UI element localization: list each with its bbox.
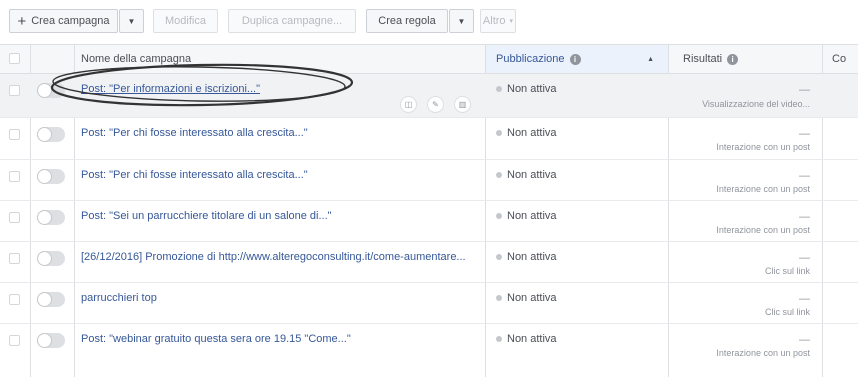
result-label: Clic sul link [764,307,810,317]
header-cost[interactable]: Co [822,45,858,73]
result-value: — [799,334,810,346]
row-checkbox[interactable] [9,335,20,346]
toggle-knob [37,292,52,307]
campaign-name-link[interactable]: Post: "Per chi fosse interessato alla cr… [81,169,308,181]
header-name[interactable]: Nome della campagna [81,45,476,73]
create-campaign-dropdown[interactable]: ▼ [119,9,144,33]
table-row[interactable]: Post: "Per informazioni e iscrizioni..."… [0,74,858,118]
table-row[interactable]: parrucchieri top Non attiva — Clic sul l… [0,283,858,324]
chevron-down-icon: ▾ [509,18,514,25]
campaign-name-link[interactable]: [26/12/2016] Promozione di http://www.al… [81,251,466,263]
status-dot-icon [496,130,502,136]
status-dot-icon [496,86,502,92]
result-value: — [799,211,810,223]
more-button[interactable]: Altro ▾ [480,9,516,33]
campaign-toggle[interactable] [37,83,65,98]
edit-pencil-icon[interactable]: ✎ [427,96,444,113]
campaign-toggle[interactable] [37,210,65,225]
info-icon[interactable]: i [727,53,739,65]
header-publication[interactable]: Pubblicazione i ▲ [485,45,668,73]
status-dot-icon [496,254,502,260]
result-label: Interazione con un post [716,142,810,152]
toggle-knob [37,127,52,142]
result-value: — [799,84,810,96]
status-dot-icon [496,213,502,219]
preview-icon[interactable]: ◫ [400,96,417,113]
table-row[interactable]: Post: "Per chi fosse interessato alla cr… [0,118,858,160]
toggle-knob [37,333,52,348]
campaign-toggle[interactable] [37,333,65,348]
toggle-knob [37,251,52,266]
campaign-toggle[interactable] [37,127,65,142]
campaign-name-link[interactable]: parrucchieri top [81,292,157,304]
row-checkbox[interactable] [9,253,20,264]
row-checkbox[interactable] [9,171,20,182]
status: Non attiva [496,83,557,95]
campaigns-table: Nome della campagna Pubblicazione i ▲ Ri… [0,44,858,377]
campaign-name-link[interactable]: Post: "Per informazioni e iscrizioni..." [81,83,260,95]
toggle-knob [37,83,52,98]
status-dot-icon [496,172,502,178]
row-checkbox[interactable] [9,294,20,305]
edit-button[interactable]: Modifica [153,9,218,33]
table-row[interactable]: [26/12/2016] Promozione di http://www.al… [0,242,858,283]
info-icon[interactable]: i [569,53,581,65]
status: Non attiva [496,210,557,222]
row-checkbox[interactable] [9,129,20,140]
campaign-toggle[interactable] [37,251,65,266]
campaign-name-link[interactable]: Post: "Sei un parrucchiere titolare di u… [81,210,332,222]
result-label: Visualizzazione del video... [702,99,810,109]
result-value: — [799,293,810,305]
result-label: Interazione con un post [716,225,810,235]
status-dot-icon [496,336,502,342]
table-header: Nome della campagna Pubblicazione i ▲ Ri… [0,44,858,74]
toggle-knob [37,210,52,225]
row-checkbox[interactable] [9,85,20,96]
sort-ascending-icon: ▲ [647,55,654,63]
status-dot-icon [496,295,502,301]
campaign-toolbar: + Crea campagna ▼ Modifica Duplica campa… [0,0,858,44]
result-label: Interazione con un post [716,184,810,194]
result-label: Interazione con un post [716,348,810,358]
status: Non attiva [496,127,557,139]
campaign-toggle[interactable] [37,292,65,307]
chevron-down-icon: ▼ [127,16,136,26]
create-rule-dropdown[interactable]: ▼ [449,9,474,33]
status: Non attiva [496,251,557,263]
table-row[interactable]: Post: "Sei un parrucchiere titolare di u… [0,201,858,242]
campaign-name-link[interactable]: Post: "webinar gratuito questa sera ore … [81,333,351,345]
table-row[interactable]: Post: "Per chi fosse interessato alla cr… [0,160,858,201]
chart-icon[interactable]: ▥ [454,96,471,113]
campaign-toggle[interactable] [37,169,65,184]
create-campaign-button[interactable]: + Crea campagna [9,9,118,33]
duplicate-campaigns-button[interactable]: Duplica campagne... [228,9,356,33]
result-value: — [799,170,810,182]
select-all-checkbox[interactable] [9,53,20,64]
campaign-name-link[interactable]: Post: "Per chi fosse interessato alla cr… [81,127,308,139]
table-row[interactable]: Post: "webinar gratuito questa sera ore … [0,324,858,377]
header-results[interactable]: Risultati i [668,45,822,73]
result-value: — [799,128,810,140]
header-select-all[interactable] [0,45,30,73]
toggle-knob [37,169,52,184]
status: Non attiva [496,333,557,345]
status: Non attiva [496,169,557,181]
chevron-down-icon: ▼ [457,16,466,26]
result-value: — [799,252,810,264]
status: Non attiva [496,292,557,304]
result-label: Clic sul link [764,266,810,276]
row-checkbox[interactable] [9,212,20,223]
plus-icon: + [17,12,27,30]
create-rule-button[interactable]: Crea regola [366,9,448,33]
